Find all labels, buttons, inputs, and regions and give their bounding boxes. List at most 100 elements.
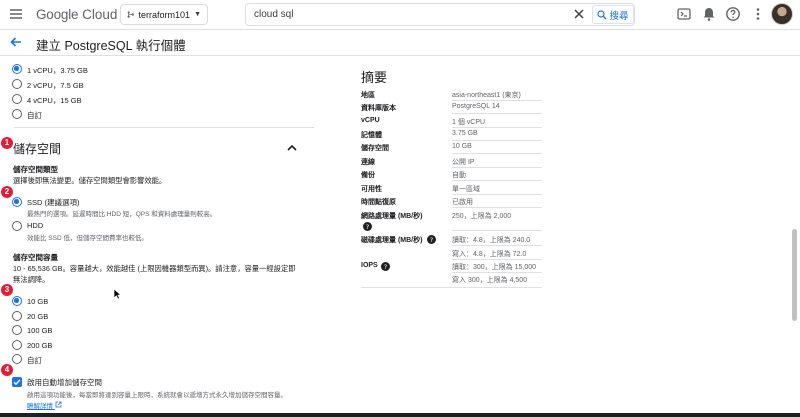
google-cloud-logo[interactable]: Google Cloud [36,7,117,22]
summary-key: 時間點復原 [361,199,396,206]
capacity-label: 10 GB [27,297,49,306]
project-icon [127,11,134,18]
summary-key: 可用性 [361,186,382,193]
search-input[interactable]: cloud sql [254,9,293,20]
ssd-desc: 最熱門的選項。延遲時間比 HDD 短，QPS 和資料處理量則較高。 [27,211,217,218]
row-divider [452,100,542,101]
summary-key: 記憶體 [361,132,382,139]
page-title: 建立 PostgreSQL 執行個體 [36,39,186,53]
logo-cloud: Cloud [78,7,118,22]
top-bar: Google Cloud terraform101 ▼ cloud sql 搜尋 [0,0,800,30]
svg-text:?: ? [430,236,433,244]
row-divider [452,272,542,273]
more-vert-icon[interactable] [750,6,766,22]
summary-value: PostgreSQL 14 [452,103,500,110]
help-icon[interactable]: ? [381,262,390,271]
hdd-radio[interactable] [12,221,22,231]
machine-option-label: 1 vCPU，3.75 GB [27,66,88,75]
step-badge: 1 [1,137,13,149]
page-header: 建立 PostgreSQL 執行個體 [0,30,800,56]
row-divider [452,113,542,114]
summary-value: 讀取：300，上限為 15,000 [452,264,537,271]
close-icon[interactable] [572,7,586,21]
storage-type-title: 儲存空間類型 [13,165,58,174]
capacity-label: 100 GB [27,326,53,335]
summary-key: 儲存空間 [361,145,389,152]
row-divider [452,207,542,208]
ssd-label: SSD (建議選項) [27,198,80,207]
machine-option-radio[interactable] [12,79,22,89]
row-divider [452,167,542,168]
step-badge: 4 [1,364,13,376]
summary-value: 公開 IP [452,159,475,166]
project-selector[interactable]: terraform101 ▼ [120,4,208,25]
row-divider [452,259,542,260]
summary-key: 網路處理量 (MB/秒) [361,213,423,220]
help-icon[interactable] [725,6,741,22]
search-button[interactable]: 搜尋 [592,5,634,24]
storage-capacity-title: 儲存空間容量 [13,253,58,262]
auto-increase-desc: 啟用這項功能後，每當即將達到容量上限時，系統就會以遞增方式永久增加儲存空間容量。 [27,392,287,399]
summary-value: 自動 [452,172,466,179]
learn-more-link[interactable]: 瞭解詳情 [27,400,62,410]
capacity-radio[interactable] [12,311,22,321]
summary-value: 已啟用 [452,199,473,206]
arrow-back-icon[interactable] [9,35,23,49]
machine-option-radio[interactable] [12,64,22,74]
capacity-label: 20 GB [27,312,49,321]
machine-option-label: 自訂 [27,111,42,120]
chevron-up-icon[interactable] [286,142,298,154]
taskbar-strip [0,413,800,417]
row-divider [361,287,542,288]
mouse-cursor-icon [113,288,122,300]
ssd-radio[interactable] [12,197,22,207]
bell-icon[interactable] [701,6,717,22]
capacity-label: 200 GB [27,341,53,350]
summary-key: 連線 [361,159,375,166]
capacity-label: 自訂 [27,356,42,365]
learn-more-label: 瞭解詳情 [27,403,53,410]
storage-section-title: 儲存空間 [13,142,62,156]
row-divider [452,153,542,154]
section-divider [14,127,314,128]
capacity-radio[interactable] [12,354,22,364]
storage-capacity-desc: 10 - 65,536 GB。容量越大，效能越佳 (上限因機器類型而異)。請注意… [13,264,296,273]
summary-value: 1 個 vCPU [452,119,486,126]
storage-type-desc: 選擇後即無法變更。儲存空間類型會影響效能。 [13,176,167,185]
summary-key: 備份 [361,172,375,179]
logo-google: Google [36,7,79,22]
cloud-shell-icon[interactable] [676,6,692,22]
svg-text:?: ? [384,263,387,271]
summary-value: 讀取：4.8，上限為 240.0 [452,237,531,244]
summary-value: 10 GB [452,143,472,150]
summary-value: 寫入：4.8，上限為 72.0 [452,251,527,258]
capacity-radio[interactable] [12,296,22,306]
capacity-radio[interactable] [12,340,22,350]
menu-icon[interactable] [8,6,24,22]
summary-value: 單一區域 [452,186,480,193]
step-badge: 3 [1,284,13,296]
row-divider [452,230,542,231]
row-divider [452,127,542,128]
row-divider [452,245,542,246]
storage-capacity-desc-cont: 無法調降。 [13,275,50,284]
machine-option-radio[interactable] [12,109,22,119]
capacity-radio[interactable] [12,325,22,335]
avatar[interactable] [771,3,793,25]
summary-key: vCPU [361,117,380,124]
summary-value: asia-northeast1 (東京) [452,92,521,99]
auto-increase-checkbox[interactable] [12,377,22,387]
summary-value: 3.75 GB [452,130,478,137]
summary-value: 250，上限為 2,000 [452,213,512,220]
auto-increase-label: 啟用自動增加儲存空間 [27,378,102,387]
summary-title: 摘要 [361,70,388,85]
search-bar[interactable]: cloud sql 搜尋 [245,3,635,26]
machine-option-radio[interactable] [12,94,22,104]
search-button-label: 搜尋 [609,10,629,22]
help-icon[interactable]: ? [363,222,372,231]
chevron-down-icon: ▼ [194,11,201,18]
help-icon[interactable]: ? [427,235,436,244]
row-divider [452,194,542,195]
scrollbar-thumb[interactable] [792,229,797,321]
hdd-label: HDD [27,221,44,230]
